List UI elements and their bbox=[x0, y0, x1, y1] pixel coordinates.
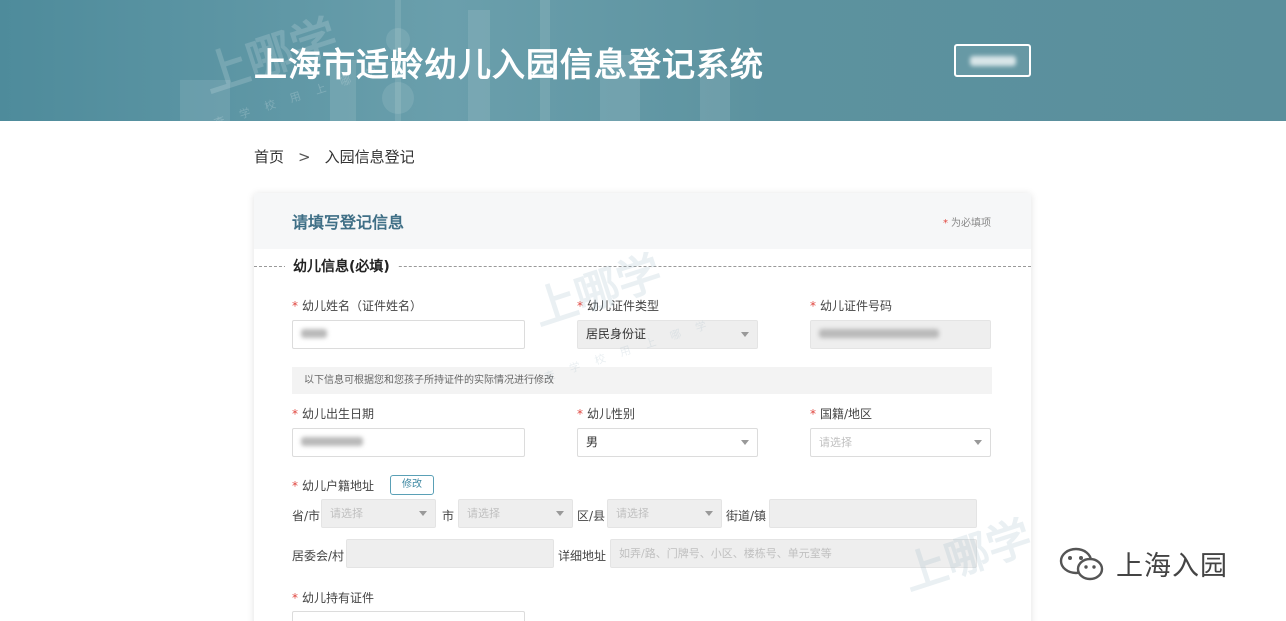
detail-address-input[interactable]: 如弄/路、门牌号、小区、楼栋号、单元室等 bbox=[610, 539, 977, 568]
registration-form-card: 请填写登记信息 * 为必填项 幼儿信息(必填) * 幼儿姓名（证件姓名） * 幼儿证件… bbox=[254, 193, 1031, 621]
edit-tip: 以下信息可根据您和您孩子所持证件的实际情况进行修改 bbox=[292, 367, 992, 394]
street-label: 街道/镇 bbox=[726, 509, 767, 523]
gender-label: * 幼儿性别 bbox=[577, 407, 636, 421]
required-note-text: 为必填项 bbox=[951, 218, 991, 229]
gender-select[interactable]: 男 bbox=[577, 428, 758, 457]
channel-badge: 上海入园 bbox=[1058, 544, 1228, 583]
chevron-down-icon bbox=[705, 511, 713, 516]
nationality-select[interactable]: 请选择 bbox=[810, 428, 991, 457]
district-select[interactable]: 请选择 bbox=[607, 499, 722, 528]
id-type-select[interactable]: 居民身份证 bbox=[577, 320, 758, 349]
top-banner: 上哪学 查 学 校 用 上 哪 学 上海市适龄幼儿入园信息登记系统 bbox=[0, 0, 1286, 121]
breadcrumb: 首页 > 入园信息登记 bbox=[254, 146, 415, 167]
city-select[interactable]: 请选择 bbox=[458, 499, 573, 528]
detail-address-label: 详细地址 bbox=[558, 549, 607, 563]
city-label: 市 bbox=[442, 509, 455, 523]
birth-date-input[interactable] bbox=[292, 428, 525, 457]
certificate-label: * 幼儿持有证件 bbox=[292, 591, 375, 605]
system-title: 上海市适龄幼儿入园信息登记系统 bbox=[254, 45, 764, 84]
breadcrumb-current: 入园信息登记 bbox=[324, 148, 415, 166]
chevron-right-icon: > bbox=[298, 147, 311, 166]
required-star: * bbox=[943, 218, 948, 229]
card-title: 请填写登记信息 bbox=[292, 213, 405, 232]
committee-label: 居委会/村 bbox=[292, 549, 345, 563]
province-label: 省/市 bbox=[292, 509, 321, 523]
committee-input[interactable] bbox=[346, 539, 554, 568]
required-note: * 为必填项 bbox=[943, 214, 991, 229]
household-label: * 幼儿户籍地址 bbox=[292, 479, 375, 493]
id-type-label: * 幼儿证件类型 bbox=[577, 299, 660, 313]
id-number-input[interactable] bbox=[810, 320, 991, 349]
wechat-icon bbox=[1059, 547, 1104, 580]
breadcrumb-home-link[interactable]: 首页 bbox=[254, 146, 284, 167]
street-input[interactable] bbox=[769, 499, 977, 528]
card-header: 请填写登记信息 * 为必填项 bbox=[254, 193, 1031, 249]
chevron-down-icon bbox=[974, 440, 982, 445]
birth-date-label: * 幼儿出生日期 bbox=[292, 407, 375, 421]
name-input[interactable] bbox=[292, 320, 525, 349]
modify-button[interactable]: 修改 bbox=[390, 475, 434, 495]
chevron-down-icon bbox=[741, 332, 749, 337]
chevron-down-icon bbox=[741, 440, 749, 445]
section-title: 幼儿信息(必填) bbox=[285, 256, 398, 276]
name-label: * 幼儿姓名（证件姓名） bbox=[292, 299, 423, 313]
certificate-select[interactable] bbox=[292, 611, 525, 621]
chevron-down-icon bbox=[556, 511, 564, 516]
channel-name: 上海入园 bbox=[1116, 551, 1228, 582]
id-number-label: * 幼儿证件号码 bbox=[810, 299, 893, 313]
province-select[interactable]: 请选择 bbox=[321, 499, 436, 528]
nationality-label: * 国籍/地区 bbox=[810, 407, 873, 421]
user-account-button[interactable] bbox=[954, 44, 1031, 77]
chevron-down-icon bbox=[419, 511, 427, 516]
redacted-label bbox=[970, 56, 1016, 66]
district-label: 区/县 bbox=[577, 509, 606, 523]
